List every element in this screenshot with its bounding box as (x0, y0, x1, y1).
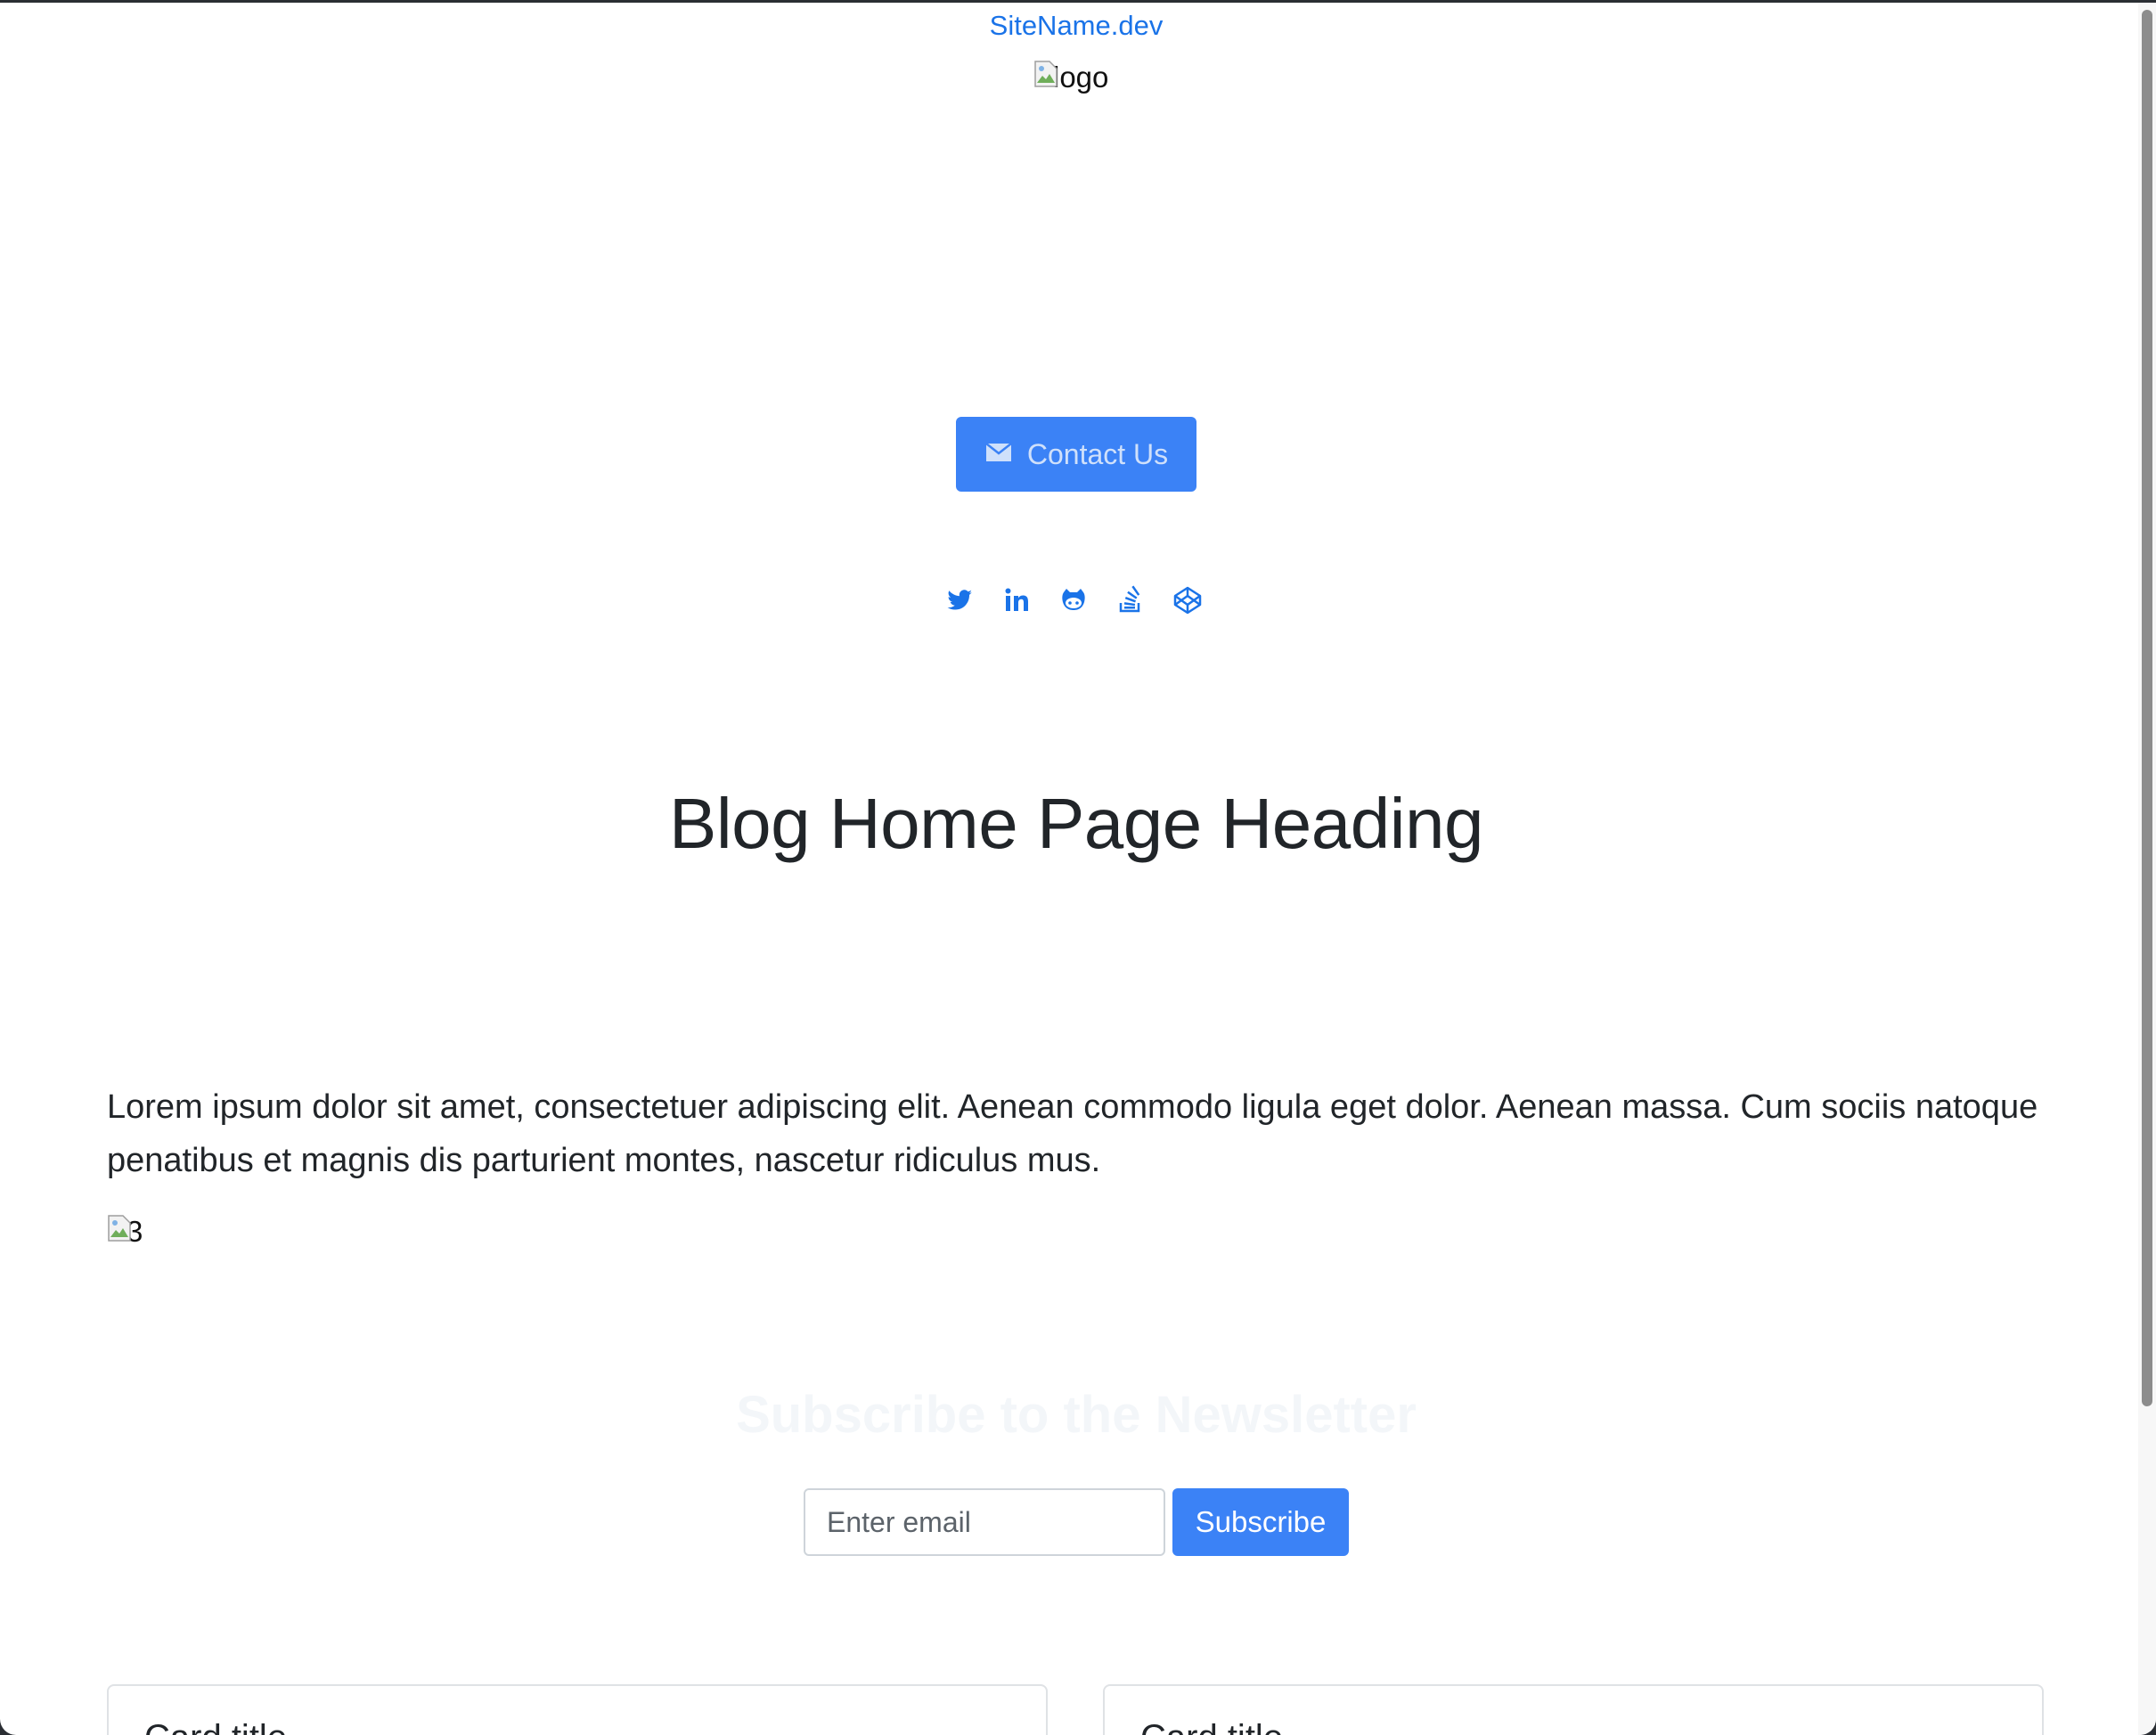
codepen-icon[interactable] (1172, 585, 1203, 615)
stackoverflow-icon[interactable] (1115, 585, 1146, 615)
blog-card: Card title (1103, 1684, 2044, 1735)
subscribe-button[interactable]: Subscribe (1172, 1488, 1349, 1556)
email-input[interactable] (804, 1488, 1165, 1556)
github-icon[interactable] (1058, 585, 1089, 615)
card-title: Card title (1140, 1718, 1283, 1735)
logo-alt-text: logo (1053, 61, 1109, 94)
twitter-icon[interactable] (944, 585, 975, 615)
social-links (944, 585, 1203, 615)
browser-viewport: SiteName.dev logo Contact Us Blog Home P… (0, 3, 2156, 1735)
card-title: Card title (144, 1718, 287, 1735)
contact-us-button[interactable]: Contact Us (956, 417, 1196, 492)
envelope-icon (984, 438, 1013, 471)
blog-card: Card title (107, 1684, 1048, 1735)
newsletter-title: Subscribe to the Newsletter (736, 1386, 1417, 1444)
intro-paragraph: Lorem ipsum dolor sit amet, consectetuer… (107, 1088, 2038, 1179)
linkedin-icon[interactable] (1001, 585, 1032, 615)
site-name-link[interactable]: SiteName.dev (0, 10, 2152, 42)
logo-image: logo (1033, 60, 1108, 99)
page-title: Blog Home Page Heading (668, 784, 1484, 863)
vertical-scrollbar[interactable] (2138, 3, 2156, 1735)
subscribe-form: Subscribe (804, 1488, 1349, 1556)
blog-page: SiteName.dev logo Contact Us Blog Home P… (0, 3, 2138, 1735)
broken-image-icon (1033, 60, 1058, 88)
scrollbar-thumb[interactable] (2142, 10, 2152, 1406)
contact-us-label: Contact Us (1026, 437, 1169, 470)
post-image: 3 (107, 1214, 143, 1250)
broken-image-icon (107, 1214, 132, 1242)
